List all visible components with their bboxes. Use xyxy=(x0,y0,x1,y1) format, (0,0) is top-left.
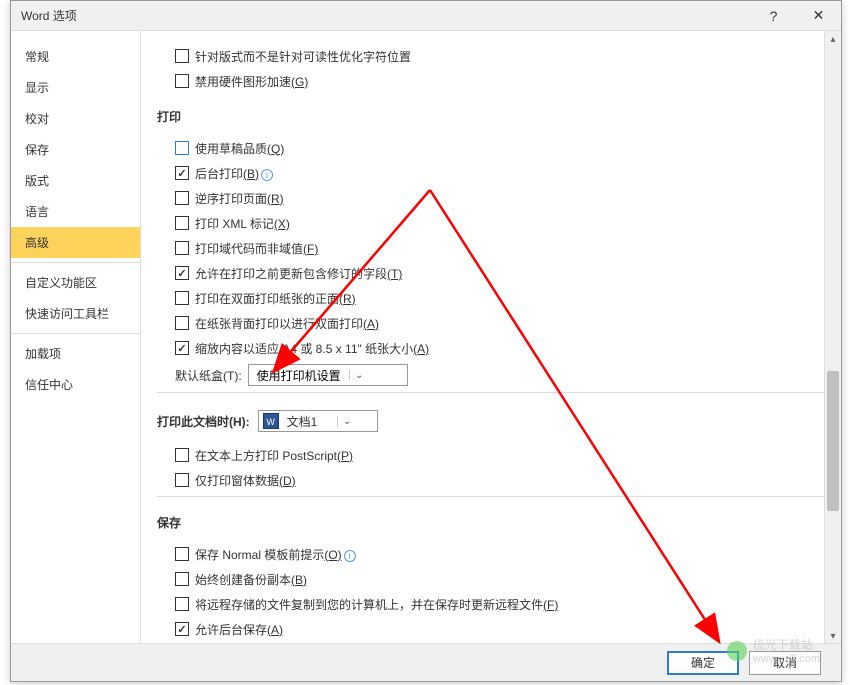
ok-button[interactable]: 确定 xyxy=(667,651,739,675)
info-icon[interactable]: i xyxy=(261,169,273,181)
checkbox-icon[interactable] xyxy=(175,74,189,88)
check-background-print[interactable]: 后台打印(B)i xyxy=(175,163,821,183)
check-draft-quality[interactable]: 使用草稿品质(Q) xyxy=(175,138,821,158)
sidebar-item-customize-ribbon[interactable]: 自定义功能区 xyxy=(11,267,140,298)
check-label: 仅打印窗体数据(D) xyxy=(195,472,296,489)
checkbox-icon[interactable] xyxy=(175,191,189,205)
check-label: 打印域代码而非域值(F) xyxy=(195,240,318,257)
dialog-title: Word 选项 xyxy=(21,7,751,24)
word-options-dialog: Word 选项 ? ✕ 常规 显示 校对 保存 版式 语言 高级 自定义功能区 … xyxy=(10,0,842,682)
check-label: 禁用硬件图形加速(G) xyxy=(195,73,308,90)
check-scale-content[interactable]: 缩放内容以适应 A4 或 8.5 x 11" 纸张大小(A) xyxy=(175,338,821,358)
checkbox-icon[interactable] xyxy=(175,622,189,636)
check-backup-copy[interactable]: 始终创建备份副本(B) xyxy=(175,569,821,589)
check-update-fields[interactable]: 允许在打印之前更新包含修订的字段(T) xyxy=(175,263,821,283)
check-duplex-back[interactable]: 在纸张背面打印以进行双面打印(A) xyxy=(175,313,821,333)
check-disable-hw-accel[interactable]: 禁用硬件图形加速(G) xyxy=(175,71,821,91)
check-label: 在纸张背面打印以进行双面打印(A) xyxy=(195,315,379,332)
print-doc-dropdown[interactable]: W 文档1 ⌄ xyxy=(258,410,378,432)
check-label: 后台打印(B)i xyxy=(195,165,273,182)
sidebar-item-general[interactable]: 常规 xyxy=(11,41,140,72)
checkbox-icon[interactable] xyxy=(175,216,189,230)
check-label: 将远程存储的文件复制到您的计算机上，并在保存时更新远程文件(F) xyxy=(195,596,558,613)
check-form-data-only[interactable]: 仅打印窗体数据(D) xyxy=(175,470,821,490)
word-doc-icon: W xyxy=(263,413,279,429)
check-optimize-layout[interactable]: 针对版式而不是针对可读性优化字符位置 xyxy=(175,46,821,66)
default-tray-row: 默认纸盒(T): 使用打印机设置 ⌄ xyxy=(175,364,821,386)
checkbox-icon[interactable] xyxy=(175,341,189,355)
scroll-thumb[interactable] xyxy=(827,371,839,511)
checkbox-icon[interactable] xyxy=(175,316,189,330)
help-button[interactable]: ? xyxy=(751,1,796,31)
titlebar: Word 选项 ? ✕ xyxy=(11,1,841,31)
checkbox-icon[interactable] xyxy=(175,448,189,462)
check-field-codes[interactable]: 打印域代码而非域值(F) xyxy=(175,238,821,258)
section-save-header: 保存 xyxy=(157,511,821,534)
checkbox-icon[interactable] xyxy=(175,241,189,255)
cancel-button[interactable]: 取消 xyxy=(749,651,821,675)
section-print-header: 打印 xyxy=(157,105,821,128)
checkbox-icon[interactable] xyxy=(175,547,189,561)
sidebar-item-addins[interactable]: 加载项 xyxy=(11,338,140,369)
default-tray-dropdown[interactable]: 使用打印机设置 ⌄ xyxy=(248,364,408,386)
check-label: 针对版式而不是针对可读性优化字符位置 xyxy=(195,48,411,65)
section-label: 打印此文档时(H): xyxy=(157,413,250,430)
sidebar-item-language[interactable]: 语言 xyxy=(11,196,140,227)
dialog-body: 常规 显示 校对 保存 版式 语言 高级 自定义功能区 快速访问工具栏 加载项 … xyxy=(11,31,841,645)
sidebar-divider xyxy=(11,262,140,263)
checkbox-icon[interactable] xyxy=(175,597,189,611)
check-prompt-normal[interactable]: 保存 Normal 模板前提示(O)i xyxy=(175,544,821,564)
sidebar-item-save[interactable]: 保存 xyxy=(11,134,140,165)
check-label: 允许在打印之前更新包含修订的字段(T) xyxy=(195,265,402,282)
dropdown-value: 文档1 xyxy=(283,413,333,430)
checkbox-icon[interactable] xyxy=(175,266,189,280)
divider xyxy=(157,392,835,393)
content-scroll-area[interactable]: 针对版式而不是针对可读性优化字符位置 禁用硬件图形加速(G) 打印 使用草稿品质… xyxy=(141,31,841,645)
check-postscript-over-text[interactable]: 在文本上方打印 PostScript(P) xyxy=(175,445,821,465)
sidebar-divider xyxy=(11,333,140,334)
check-xml-tags[interactable]: 打印 XML 标记(X) xyxy=(175,213,821,233)
content-area: 针对版式而不是针对可读性优化字符位置 禁用硬件图形加速(G) 打印 使用草稿品质… xyxy=(141,31,841,645)
check-label: 在文本上方打印 PostScript(P) xyxy=(195,447,353,464)
sidebar-item-display[interactable]: 显示 xyxy=(11,72,140,103)
checkbox-icon[interactable] xyxy=(175,49,189,63)
check-copy-remote[interactable]: 将远程存储的文件复制到您的计算机上，并在保存时更新远程文件(F) xyxy=(175,594,821,614)
sidebar-item-proofing[interactable]: 校对 xyxy=(11,103,140,134)
checkbox-icon[interactable] xyxy=(175,291,189,305)
check-label: 缩放内容以适应 A4 或 8.5 x 11" 纸张大小(A) xyxy=(195,340,429,357)
check-label: 允许后台保存(A) xyxy=(195,621,283,638)
chevron-down-icon: ⌄ xyxy=(337,416,357,427)
check-label: 始终创建备份副本(B) xyxy=(195,571,307,588)
scrollbar[interactable]: ▴ ▾ xyxy=(824,31,841,645)
dialog-footer: 确定 取消 xyxy=(11,643,841,681)
check-reverse-order[interactable]: 逆序打印页面(R) xyxy=(175,188,821,208)
close-button[interactable]: ✕ xyxy=(796,1,841,31)
checkbox-icon[interactable] xyxy=(175,166,189,180)
check-label: 打印在双面打印纸张的正面(R) xyxy=(195,290,356,307)
check-label: 打印 XML 标记(X) xyxy=(195,215,290,232)
sidebar: 常规 显示 校对 保存 版式 语言 高级 自定义功能区 快速访问工具栏 加载项 … xyxy=(11,31,141,645)
check-background-save[interactable]: 允许后台保存(A) xyxy=(175,619,821,639)
divider xyxy=(157,496,835,497)
info-icon[interactable]: i xyxy=(344,550,356,562)
sidebar-item-layout[interactable]: 版式 xyxy=(11,165,140,196)
section-print-doc-header: 打印此文档时(H): W 文档1 ⌄ xyxy=(157,407,821,435)
dropdown-value: 使用打印机设置 xyxy=(253,367,345,384)
sidebar-item-advanced[interactable]: 高级 xyxy=(11,227,140,258)
sidebar-item-quick-access[interactable]: 快速访问工具栏 xyxy=(11,298,140,329)
check-label: 逆序打印页面(R) xyxy=(195,190,284,207)
checkbox-icon[interactable] xyxy=(175,473,189,487)
checkbox-icon[interactable] xyxy=(175,141,189,155)
checkbox-icon[interactable] xyxy=(175,572,189,586)
check-label: 保存 Normal 模板前提示(O)i xyxy=(195,546,356,563)
scroll-up-icon[interactable]: ▴ xyxy=(825,31,841,48)
chevron-down-icon: ⌄ xyxy=(349,370,369,381)
check-label: 使用草稿品质(Q) xyxy=(195,140,284,157)
check-duplex-front[interactable]: 打印在双面打印纸张的正面(R) xyxy=(175,288,821,308)
sidebar-item-trust-center[interactable]: 信任中心 xyxy=(11,369,140,400)
default-tray-label: 默认纸盒(T): xyxy=(175,367,242,384)
